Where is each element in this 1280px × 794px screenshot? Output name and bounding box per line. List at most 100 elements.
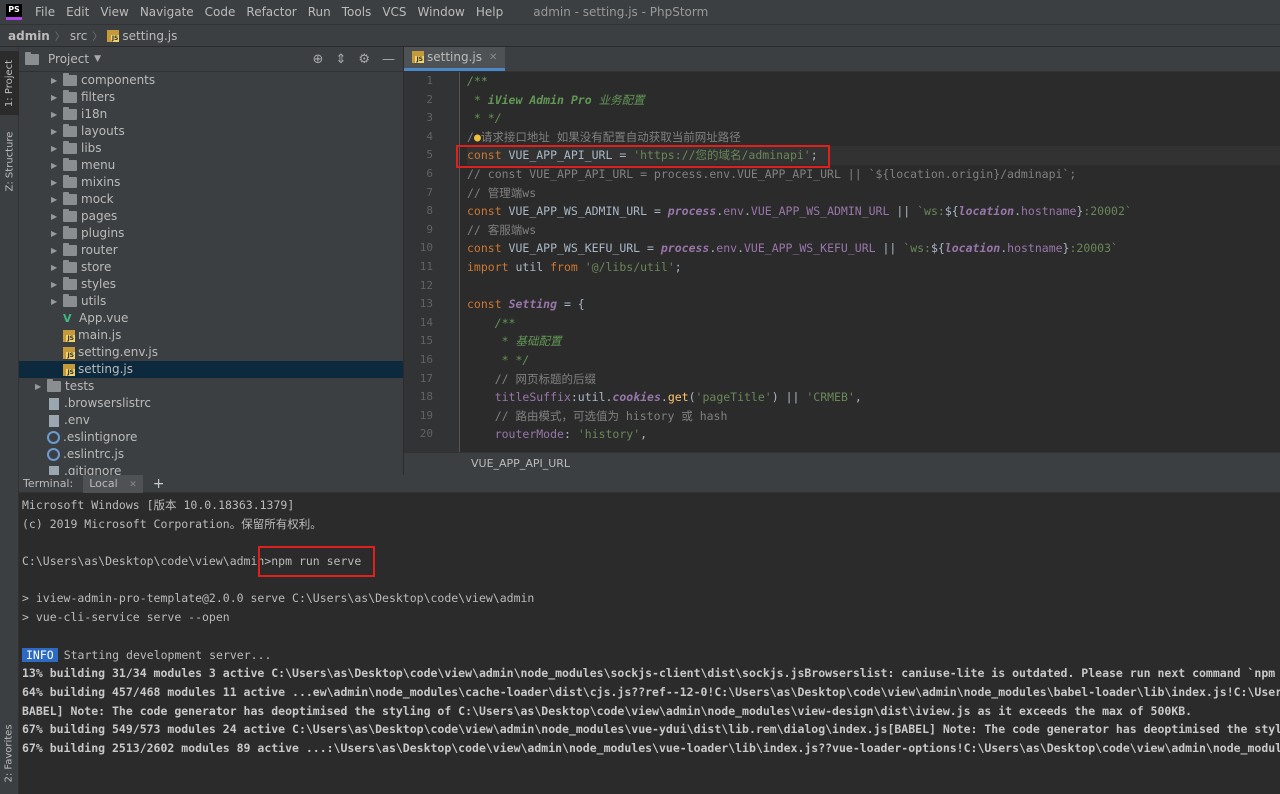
menu-refactor[interactable]: Refactor xyxy=(241,5,302,19)
line-number: 19 xyxy=(419,408,433,422)
locate-file-icon[interactable]: ⊕ xyxy=(313,52,324,67)
expand-arrow-icon[interactable]: ▶ xyxy=(51,72,63,89)
eslint-file-icon xyxy=(47,431,60,444)
tree-item[interactable]: .browserslistrc xyxy=(19,395,403,412)
code-line-4: /●请求接口地址 如果没有配置自动获取当前网址路径 xyxy=(467,129,741,144)
line-number: 18 xyxy=(419,390,433,404)
expand-arrow-icon[interactable]: ▶ xyxy=(51,191,63,208)
folder-icon xyxy=(63,260,77,273)
code-line-6: // const VUE_APP_API_URL = process.env.V… xyxy=(467,166,1077,181)
terminal-output[interactable]: Microsoft Windows [版本 10.0.18363.1379] (c… xyxy=(19,493,1280,758)
tree-item[interactable]: ▶ pages xyxy=(19,208,403,225)
tree-item[interactable]: ▶ layouts xyxy=(19,123,403,140)
line-number: 17 xyxy=(419,371,433,385)
breadcrumb-folder[interactable]: src xyxy=(70,29,88,43)
terminal-tab-label: Local xyxy=(89,476,118,490)
code-area[interactable]: /** * iView Admin Pro 业务配置 * */ /●请求接口地址… xyxy=(467,72,1280,444)
tree-item[interactable]: ▶ styles xyxy=(19,276,403,293)
tree-item[interactable]: ▶ components xyxy=(19,72,403,89)
tree-item[interactable]: ▶ mixins xyxy=(19,174,403,191)
expand-arrow-icon[interactable]: ▶ xyxy=(51,259,63,276)
tree-item[interactable]: .eslintrc.js xyxy=(19,446,403,463)
tree-item[interactable]: ▶ utils xyxy=(19,293,403,310)
tree-item[interactable]: ▶ filters xyxy=(19,89,403,106)
tree-item[interactable]: V App.vue xyxy=(19,310,403,327)
tree-item[interactable]: ▶ i18n xyxy=(19,106,403,123)
line-number: 6 xyxy=(426,166,433,180)
terminal-line: Microsoft Windows [版本 10.0.18363.1379] xyxy=(22,498,295,512)
terminal-header: Terminal: Local ✕ + xyxy=(19,475,1280,493)
line-number: 7 xyxy=(426,185,433,199)
lightbulb-icon[interactable]: ● xyxy=(474,130,481,144)
tree-item-label: main.js xyxy=(78,328,122,342)
menu-edit[interactable]: Edit xyxy=(61,5,95,19)
tree-item[interactable]: .env xyxy=(19,412,403,429)
tree-item-label: .eslintrc.js xyxy=(63,447,125,461)
tree-item[interactable]: ▶ store xyxy=(19,259,403,276)
code-line-16: * */ xyxy=(494,352,530,367)
expand-arrow-icon[interactable]: ▶ xyxy=(51,106,63,123)
breadcrumb-project[interactable]: admin xyxy=(8,29,50,43)
tree-item[interactable]: setting.js xyxy=(19,361,403,378)
expand-arrow-icon[interactable]: ▶ xyxy=(51,293,63,310)
expand-arrow-icon[interactable]: ▶ xyxy=(51,140,63,157)
close-icon[interactable]: ✕ xyxy=(489,52,497,63)
expand-arrow-icon[interactable]: ▶ xyxy=(51,157,63,174)
expand-arrow-icon[interactable]: ▶ xyxy=(51,174,63,191)
minimize-icon[interactable]: — xyxy=(382,52,395,67)
expand-arrow-icon[interactable]: ▶ xyxy=(51,89,63,106)
menu-vcs[interactable]: VCS xyxy=(377,5,412,19)
editor-tab-setting-js[interactable]: setting.js ✕ xyxy=(404,47,506,71)
tree-item-label: setting.env.js xyxy=(78,345,158,359)
terminal-info-line: INFO Starting development server... xyxy=(22,646,1280,665)
gear-icon[interactable]: ⚙ xyxy=(358,52,370,67)
folder-icon xyxy=(63,175,77,188)
tool-tab-structure[interactable]: Z: Structure xyxy=(0,125,19,197)
chevron-right-icon: 〉 xyxy=(54,32,65,43)
tree-item-label: i18n xyxy=(81,107,108,121)
left-tool-strip: 1: Project Z: Structure 2: Favorites xyxy=(0,47,19,794)
folder-icon xyxy=(63,226,77,239)
tree-item[interactable]: ▶ libs xyxy=(19,140,403,157)
editor-breadcrumb[interactable]: VUE_APP_API_URL xyxy=(404,452,1280,475)
expand-arrow-icon[interactable]: ▶ xyxy=(51,123,63,140)
menu-run[interactable]: Run xyxy=(303,5,337,19)
menu-window[interactable]: Window xyxy=(413,5,471,19)
tree-item[interactable]: ▶ plugins xyxy=(19,225,403,242)
project-panel-title[interactable]: Project xyxy=(48,52,89,66)
js-file-icon xyxy=(63,346,75,359)
expand-arrow-icon[interactable]: ▶ xyxy=(51,242,63,259)
tree-item[interactable]: ▶ tests xyxy=(19,378,403,395)
tree-item-label: libs xyxy=(81,141,102,155)
project-panel-header: Project ▼ ⊕ ⇕ ⚙ — xyxy=(19,47,403,72)
tool-tab-favorites[interactable]: 2: Favorites xyxy=(0,713,19,793)
menu-navigate[interactable]: Navigate xyxy=(135,5,200,19)
tool-tab-favorites-label: 2: Favorites xyxy=(4,723,15,783)
menu-help[interactable]: Help xyxy=(471,5,509,19)
tree-item[interactable]: ▶ mock xyxy=(19,191,403,208)
menu-file[interactable]: File xyxy=(30,5,61,19)
menu-tools[interactable]: Tools xyxy=(337,5,378,19)
terminal-build-line: 13% building 31/34 modules 3 active C:\U… xyxy=(22,666,1280,681)
tool-tab-project[interactable]: 1: Project xyxy=(0,51,19,115)
tree-item[interactable]: main.js xyxy=(19,327,403,344)
tree-item-label: utils xyxy=(81,294,107,308)
expand-arrow-icon[interactable]: ▶ xyxy=(51,276,63,293)
add-terminal-icon[interactable]: + xyxy=(153,476,165,492)
collapse-all-icon[interactable]: ⇕ xyxy=(335,52,346,67)
menu-view[interactable]: View xyxy=(95,5,134,19)
tree-item[interactable]: .eslintignore xyxy=(19,429,403,446)
tree-item[interactable]: setting.env.js xyxy=(19,344,403,361)
expand-arrow-icon[interactable]: ▶ xyxy=(35,378,47,395)
tree-item[interactable]: ▶ menu xyxy=(19,157,403,174)
terminal-tab-local[interactable]: Local ✕ xyxy=(83,475,143,493)
tree-item[interactable]: ▶ router xyxy=(19,242,403,259)
close-icon[interactable]: ✕ xyxy=(129,480,137,490)
expand-arrow-icon[interactable]: ▶ xyxy=(51,208,63,225)
chevron-down-icon[interactable]: ▼ xyxy=(94,54,101,64)
expand-arrow-icon[interactable]: ▶ xyxy=(51,225,63,242)
tree-item[interactable]: .gitignore xyxy=(19,463,403,475)
menu-code[interactable]: Code xyxy=(200,5,242,19)
breadcrumb-file[interactable]: setting.js xyxy=(122,29,177,43)
